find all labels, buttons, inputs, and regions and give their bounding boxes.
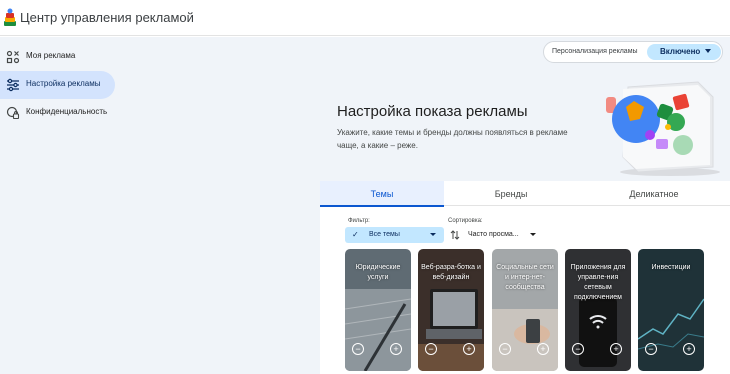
topic-card-investments[interactable]: Инвестиции − +	[638, 249, 704, 371]
app-title: Центр управления рекламой	[20, 10, 194, 25]
tab-sensitive[interactable]: Деликатное	[578, 181, 730, 206]
sort-icon	[450, 230, 460, 240]
topic-card-network-apps[interactable]: Приложения для управле-ния сетевым подкл…	[565, 249, 631, 371]
hero-illustration	[606, 81, 720, 176]
show-more-button[interactable]: +	[463, 343, 475, 355]
tab-label: Деликатное	[629, 188, 679, 199]
sort-label: Сортировка:	[448, 218, 483, 224]
main-content: Персонализация рекламы Включено Настройк…	[320, 37, 730, 374]
tab-topics[interactable]: Темы	[320, 181, 444, 207]
show-more-button[interactable]: +	[610, 343, 622, 355]
page-subtitle: Укажите, какие темы и бренды должны появ…	[337, 128, 568, 150]
ad-personalization-control: Персонализация рекламы Включено	[543, 41, 723, 63]
topic-card-title: Приложения для управле-ния сетевым подкл…	[570, 264, 626, 301]
privacy-icon	[6, 106, 20, 120]
page-title: Настройка показа рекламы	[337, 103, 528, 120]
sidebar: Моя реклама Настройка рекламы Конфиденци…	[0, 37, 320, 374]
sidebar-item-label: Настройка рекламы	[26, 79, 101, 88]
show-less-button[interactable]: −	[645, 343, 657, 355]
tab-brands[interactable]: Бренды	[444, 181, 578, 206]
check-icon: ✓	[352, 230, 359, 239]
tab-label: Бренды	[494, 188, 528, 199]
show-less-button[interactable]: −	[499, 343, 511, 355]
active-tab-indicator	[320, 205, 444, 207]
ad-personalization-value: Включено	[660, 47, 701, 56]
topic-card-title: Веб-разра-ботка и веб-дизайн	[421, 264, 481, 281]
topic-card-title: Социальные сети и интер-нет-сообщества	[496, 264, 554, 291]
show-more-button[interactable]: +	[683, 343, 695, 355]
ad-settings-icon	[7, 78, 19, 92]
caret-down-icon	[530, 233, 536, 236]
ads-center-logo-icon	[4, 8, 16, 26]
caret-down-icon	[705, 49, 711, 53]
show-less-button[interactable]: −	[572, 343, 584, 355]
show-less-button[interactable]: −	[425, 343, 437, 355]
sidebar-item-my-ads[interactable]: Моя реклама	[0, 43, 115, 71]
content-tabs: Темы Бренды Деликатное	[320, 181, 730, 207]
ad-personalization-label: Персонализация рекламы	[552, 48, 638, 55]
sidebar-item-privacy[interactable]: Конфиденциальность	[0, 99, 115, 127]
topic-card-social-networks[interactable]: Социальные сети и интер-нет-сообщества −…	[492, 249, 558, 371]
filter-value: Все темы	[369, 231, 400, 238]
app-header: Центр управления рекламой	[0, 0, 730, 36]
tab-label: Темы	[370, 188, 394, 199]
caret-down-icon	[430, 233, 436, 236]
sidebar-item-ad-settings[interactable]: Настройка рекламы	[0, 71, 115, 99]
show-more-button[interactable]: +	[390, 343, 402, 355]
topic-card-title: Инвестиции	[651, 264, 691, 271]
show-less-button[interactable]: −	[352, 343, 364, 355]
show-more-button[interactable]: +	[537, 343, 549, 355]
filter-label: Фильтр:	[348, 218, 370, 224]
topic-card-title: Юридические услуги	[355, 264, 401, 281]
hero-banner: Персонализация рекламы Включено Настройк…	[320, 37, 730, 181]
sort-dropdown[interactable]: Часто просма...	[448, 227, 538, 243]
topic-card-web-dev[interactable]: Веб-разра-ботка и веб-дизайн − +	[418, 249, 484, 371]
ad-personalization-dropdown[interactable]: Включено	[647, 44, 721, 60]
sort-value: Часто просма...	[468, 231, 519, 238]
sidebar-item-label: Моя реклама	[26, 51, 76, 60]
my-ads-icon	[6, 50, 20, 64]
sidebar-item-label: Конфиденциальность	[26, 107, 108, 116]
topic-card-legal[interactable]: Юридические услуги − +	[345, 249, 411, 371]
filter-dropdown[interactable]: ✓ Все темы	[345, 227, 444, 243]
